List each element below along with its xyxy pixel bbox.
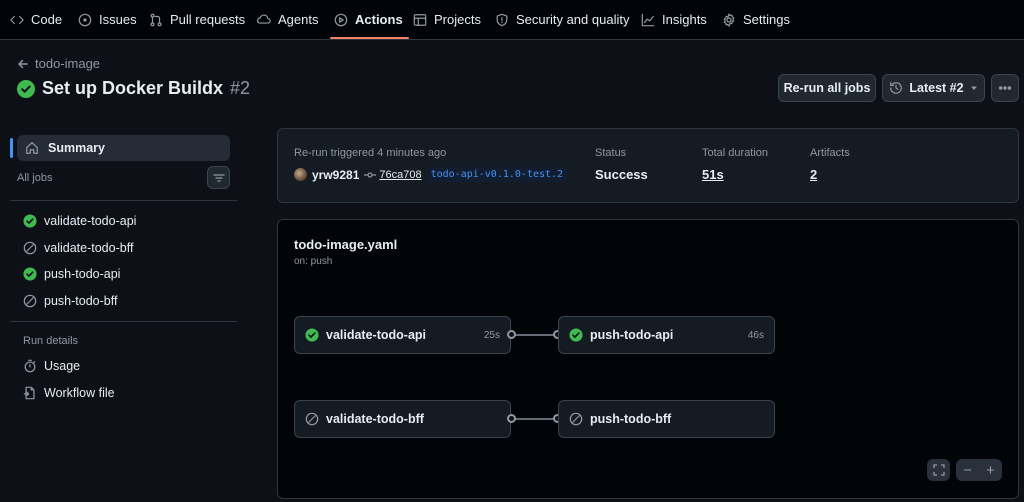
skipped-icon: [305, 412, 319, 426]
connector-dot: [507, 414, 516, 423]
sidebar-job-push-todo-api[interactable]: push-todo-api: [23, 267, 120, 281]
more-options-button[interactable]: [991, 74, 1019, 102]
duration-label: Total duration: [702, 147, 769, 159]
tab-projects[interactable]: Projects: [413, 0, 481, 39]
duration-value[interactable]: 51s: [702, 167, 724, 182]
fullscreen-icon: [932, 464, 945, 476]
tab-agents[interactable]: Agents: [257, 0, 318, 39]
zoom-in-button[interactable]: +: [986, 462, 995, 479]
job-duration: 46s: [747, 329, 764, 341]
sidebar-item-usage[interactable]: Usage: [23, 359, 80, 373]
tab-insights[interactable]: Insights: [641, 0, 707, 39]
check-circle-icon: [569, 328, 583, 342]
run-summary-card: [277, 128, 1019, 203]
latest-attempt-dropdown[interactable]: Latest #2: [882, 74, 985, 102]
fullscreen-button[interactable]: [927, 459, 950, 481]
status-label: Status: [595, 147, 627, 159]
job-connector: [512, 418, 558, 420]
user-link[interactable]: yrw9281: [312, 168, 359, 182]
graph-icon: [641, 13, 655, 26]
check-circle-icon: [305, 328, 319, 342]
history-icon: [890, 82, 903, 94]
back-link[interactable]: todo-image: [17, 56, 100, 71]
sidebar-item-workflow-file[interactable]: Workflow file: [23, 386, 115, 400]
stopwatch-icon: [24, 359, 36, 373]
table-icon: [413, 13, 427, 26]
tab-issues[interactable]: Issues: [78, 0, 137, 39]
avatar[interactable]: [294, 168, 307, 181]
agent-icon: [257, 13, 271, 24]
kebab-horizontal-icon: [998, 86, 1012, 90]
commit-link[interactable]: 76ca708: [364, 169, 422, 181]
status-value: Success: [595, 167, 648, 182]
workflow-trigger: on: push: [294, 256, 333, 267]
shield-icon: [496, 13, 508, 26]
file-icon: [23, 386, 35, 400]
job-node-validate-todo-bff[interactable]: validate-todo-bff: [294, 400, 511, 438]
tab-settings[interactable]: Settings: [722, 0, 790, 39]
tab-pull-requests[interactable]: Pull requests: [149, 0, 245, 39]
arrow-left-icon: [18, 59, 28, 68]
artifacts-count[interactable]: 2: [810, 167, 817, 182]
zoom-controls: − +: [956, 459, 1002, 481]
sidebar-job-validate-todo-bff[interactable]: validate-todo-bff: [23, 241, 133, 255]
divider: [10, 200, 237, 201]
gear-icon: [723, 12, 735, 27]
sidebar-job-push-todo-bff[interactable]: push-todo-bff: [23, 294, 117, 308]
rerun-all-jobs-button[interactable]: Re-run all jobs: [778, 74, 876, 102]
code-icon: [10, 15, 24, 24]
repo-nav: Code Issues Pull requests Agents Actions…: [0, 0, 1024, 40]
job-node-validate-todo-api[interactable]: validate-todo-api 25s: [294, 316, 511, 354]
sidebar-item-summary[interactable]: Summary: [10, 135, 230, 161]
skipped-icon: [23, 241, 37, 255]
workflow-graph-card: [277, 219, 1019, 499]
connector-dot: [507, 330, 516, 339]
tab-security[interactable]: Security and quality: [495, 0, 629, 39]
run-details-label: Run details: [23, 335, 79, 347]
pull-request-icon: [150, 13, 162, 26]
skipped-icon: [23, 294, 37, 308]
tag-badge[interactable]: todo-api-v0.1.0-test.2: [426, 167, 568, 182]
check-circle-icon: [23, 267, 37, 281]
filter-button[interactable]: [207, 166, 230, 189]
job-node-push-todo-bff[interactable]: push-todo-bff: [558, 400, 775, 438]
play-icon: [334, 13, 348, 26]
issue-icon: [78, 13, 92, 26]
sidebar-job-validate-todo-api[interactable]: validate-todo-api: [23, 214, 136, 228]
artifacts-label: Artifacts: [810, 147, 850, 159]
page-title: Set up Docker Buildx #2: [17, 78, 250, 99]
tab-actions[interactable]: Actions: [330, 0, 409, 39]
workflow-file-title: todo-image.yaml: [294, 237, 398, 252]
trigger-info: yrw9281 76ca708 todo-api-v0.1.0-test.2: [294, 167, 568, 182]
tab-code[interactable]: Code: [10, 0, 62, 39]
zoom-out-button[interactable]: −: [963, 462, 972, 479]
check-circle-icon: [23, 214, 37, 228]
caret-down-icon: [970, 86, 977, 90]
skipped-icon: [569, 412, 583, 426]
check-circle-icon: [17, 79, 35, 98]
trigger-text: Re-run triggered 4 minutes ago: [294, 147, 447, 159]
job-duration: 25s: [483, 329, 500, 341]
home-icon: [26, 142, 38, 154]
job-connector: [512, 334, 558, 336]
all-jobs-label: All jobs: [17, 172, 53, 184]
job-node-push-todo-api[interactable]: push-todo-api 46s: [558, 316, 775, 354]
divider: [10, 321, 237, 322]
commit-icon: [364, 171, 377, 178]
filter-icon: [212, 173, 225, 182]
